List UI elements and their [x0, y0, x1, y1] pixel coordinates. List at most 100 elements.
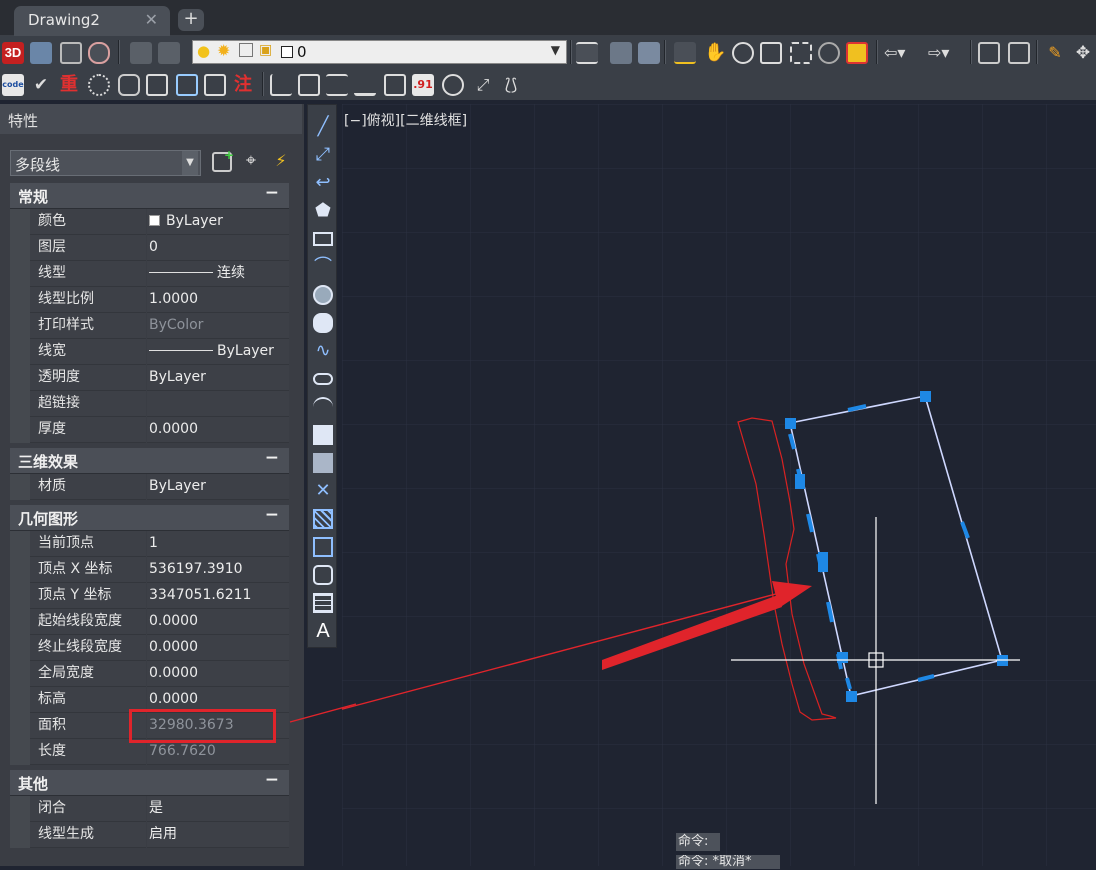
repeat-icon[interactable]: 重 — [58, 74, 80, 96]
undo-icon[interactable]: ⇦▾ — [884, 42, 906, 64]
section-general-header[interactable]: 常规 − — [10, 183, 289, 209]
lineweight-icon[interactable] — [576, 42, 598, 64]
wave-icon[interactable]: ⟅⟆ — [500, 74, 522, 96]
prop-value[interactable]: 0.0000 — [147, 609, 289, 635]
render-icon[interactable] — [30, 42, 52, 64]
redo-icon[interactable]: ⇨▾ — [928, 42, 950, 64]
prop-value[interactable]: ByLayer — [147, 209, 289, 235]
prop-value[interactable]: 0.0000 — [147, 661, 289, 687]
quick-select-icon[interactable]: ⚡ — [270, 150, 292, 172]
viewport-label[interactable]: [−]俯视][二维线框] — [344, 110, 467, 130]
collapse-icon[interactable]: − — [265, 183, 279, 203]
grip[interactable] — [846, 691, 857, 702]
hline-icon[interactable] — [326, 74, 348, 96]
collapse-icon[interactable]: − — [265, 448, 279, 468]
collapse-icon[interactable]: − — [265, 770, 279, 790]
check-icon[interactable]: ✔ — [30, 74, 52, 96]
pan-icon[interactable]: ✋ — [704, 42, 726, 64]
cloud-icon[interactable] — [88, 42, 110, 64]
prop-row-layer[interactable]: 图层 0 — [10, 235, 289, 261]
ellipse-icon[interactable] — [313, 373, 333, 385]
prop-value[interactable]: ByLayer — [147, 474, 289, 500]
prop-row-current-vertex[interactable]: 当前顶点 1 — [10, 531, 289, 557]
zoom-icon[interactable] — [732, 42, 754, 64]
make-block-icon[interactable] — [313, 453, 333, 473]
rectangle-icon[interactable] — [313, 232, 333, 246]
prop-row-color[interactable]: 颜色 ByLayer — [10, 209, 289, 235]
new-tab-button[interactable]: + — [178, 9, 204, 31]
collapse-icon[interactable]: − — [265, 505, 279, 525]
section-geometry-header[interactable]: 几何图形 − — [10, 505, 289, 531]
grip[interactable] — [837, 652, 848, 663]
tool-palette-icon[interactable] — [1008, 42, 1030, 64]
prop-value[interactable]: 3347051.6211 — [147, 583, 289, 609]
table-edit-icon[interactable] — [146, 74, 168, 96]
grip[interactable] — [920, 391, 931, 402]
gradient-icon[interactable] — [313, 537, 333, 557]
zoom-extents-icon[interactable] — [790, 42, 812, 64]
table-icon[interactable] — [313, 593, 333, 613]
prop-value[interactable]: 0.0000 — [147, 635, 289, 661]
prop-row-plot-style[interactable]: 打印样式 ByColor — [10, 313, 289, 339]
prop-value[interactable]: 启用 — [147, 822, 289, 848]
point-icon[interactable]: ✕ — [313, 481, 333, 501]
link-icon[interactable] — [118, 74, 140, 96]
scale-icon[interactable]: ⤢ — [472, 74, 494, 96]
toggle-pickadd-icon[interactable]: + — [212, 148, 234, 172]
prop-value[interactable]: ByLayer — [147, 339, 289, 365]
polygon-icon[interactable]: ⬟ — [313, 201, 333, 221]
ruler-icon[interactable] — [354, 74, 376, 96]
annotate-icon[interactable]: 注 — [232, 74, 254, 96]
open-icon[interactable] — [610, 42, 632, 64]
prop-row-vertex-x[interactable]: 顶点 X 坐标 536197.3910 — [10, 557, 289, 583]
points-icon[interactable] — [88, 74, 110, 96]
prop-row-closed[interactable]: 闭合是 — [10, 796, 289, 822]
line-icon[interactable]: ╱ — [313, 117, 333, 137]
prop-value[interactable]: 0.0000 — [147, 417, 289, 443]
grip[interactable] — [818, 552, 828, 572]
prop-row-global-width[interactable]: 全局宽度 0.0000 — [10, 661, 289, 687]
zoom-window-icon[interactable] — [760, 42, 782, 64]
prop-row-hyperlink[interactable]: 超链接 — [10, 391, 289, 417]
prop-row-linetype-gen[interactable]: 线型生成 启用 — [10, 822, 289, 848]
grip[interactable] — [795, 474, 805, 489]
grip[interactable] — [785, 418, 796, 429]
prop-value[interactable]: 是 — [147, 796, 289, 822]
prop-value[interactable]: 1.0000 — [147, 287, 289, 313]
layer-states-icon[interactable] — [158, 42, 180, 64]
prop-value[interactable]: 1 — [147, 531, 289, 557]
brush-icon[interactable]: ✎ — [1044, 42, 1066, 64]
save-icon[interactable] — [638, 42, 660, 64]
arc-icon[interactable]: ⌒ — [313, 257, 333, 277]
3d-icon[interactable]: 3D — [2, 42, 24, 64]
viewport-icon[interactable] — [60, 42, 82, 64]
object-type-dropdown[interactable]: 多段线 ▼ — [10, 150, 201, 176]
properties-icon[interactable] — [846, 42, 868, 64]
target-icon[interactable] — [442, 74, 464, 96]
drawing-canvas[interactable] — [289, 104, 1096, 866]
ellipse-arc-icon[interactable] — [313, 397, 333, 417]
prop-row-end-width[interactable]: 终止线段宽度 0.0000 — [10, 635, 289, 661]
section-3d-header[interactable]: 三维效果 − — [10, 448, 289, 474]
spline-icon[interactable]: ∿ — [313, 341, 333, 361]
mtext-icon[interactable]: A — [313, 621, 333, 641]
circle-icon[interactable] — [313, 285, 333, 305]
hatch-icon[interactable] — [313, 509, 333, 529]
stack-icon[interactable] — [384, 74, 406, 96]
layer-properties-icon[interactable] — [130, 42, 152, 64]
number-icon[interactable]: .91 — [412, 74, 434, 96]
polyline-icon[interactable]: ↩ — [313, 173, 333, 193]
select-objects-icon[interactable]: ⌖ — [240, 150, 262, 172]
prop-row-linetype[interactable]: 线型 连续 — [10, 261, 289, 287]
prop-row-transparency[interactable]: 透明度 ByLayer — [10, 365, 289, 391]
section-other-header[interactable]: 其他 − — [10, 770, 289, 796]
close-icon[interactable]: ✕ — [145, 10, 158, 29]
prop-value[interactable]: 536197.3910 — [147, 557, 289, 583]
calendar-icon[interactable] — [204, 74, 226, 96]
revcloud-icon[interactable] — [313, 313, 333, 333]
prop-row-linetype-scale[interactable]: 线型比例 1.0000 — [10, 287, 289, 313]
prop-value[interactable]: 连续 — [147, 261, 289, 287]
prop-value[interactable]: 0 — [147, 235, 289, 261]
layer-dropdown[interactable]: ● ✹ ▣ 0 ▼ — [192, 40, 567, 64]
prop-row-material[interactable]: 材质 ByLayer — [10, 474, 289, 500]
